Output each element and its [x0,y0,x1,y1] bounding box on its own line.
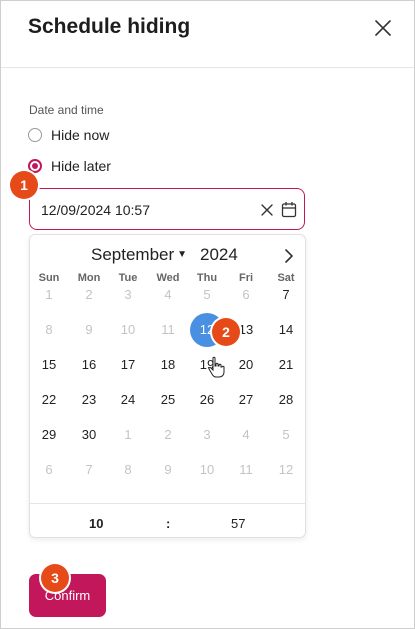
dialog-header: Schedule hiding [1,1,414,68]
datetime-value[interactable]: 12/09/2024 10:57 [41,202,150,218]
day-cell[interactable]: 26 [190,383,224,417]
datetime-input[interactable]: 12/09/2024 10:57 [29,188,305,230]
hide-later-option[interactable]: Hide later [28,158,111,174]
time-separator: : [166,516,171,531]
step-badge-3: 3 [41,564,69,592]
day-cell[interactable]: 25 [151,383,185,417]
date-picker-calendar: September ▼ 2024 Sun Mon Tue Wed Thu Fri Sat 12… [29,234,306,538]
day-cell[interactable]: 22 [32,383,66,417]
hide-now-label: Hide now [51,127,110,143]
hand-pointer-icon [208,356,225,378]
day-cell[interactable]: 3 [111,278,145,312]
day-cell[interactable]: 21 [269,348,303,382]
time-selector: 10 : 57 [30,503,305,539]
day-cell[interactable]: 20 [229,348,263,382]
day-cell[interactable]: 1 [32,278,66,312]
day-grid: 1 2 3 4 5 6 7 8 9 10 11 12 13 14 15 16 17 18 19 20 21 22 23 24 2… [30,235,307,495]
day-cell[interactable]: 24 [111,383,145,417]
day-cell[interactable]: 4 [229,418,263,452]
day-cell[interactable]: 9 [151,453,185,487]
clear-icon[interactable] [260,203,274,217]
day-cell[interactable]: 10 [190,453,224,487]
day-cell[interactable]: 6 [229,278,263,312]
day-cell[interactable]: 15 [32,348,66,382]
day-cell[interactable]: 7 [72,453,106,487]
day-cell[interactable]: 10 [111,313,145,347]
day-cell[interactable]: 30 [72,418,106,452]
step-badge-1: 1 [10,171,38,199]
day-cell[interactable]: 11 [229,453,263,487]
day-cell[interactable]: 1 [111,418,145,452]
day-cell[interactable]: 14 [269,313,303,347]
calendar-icon[interactable] [281,201,297,218]
step-badge-2: 2 [212,318,240,346]
day-cell[interactable]: 12 [269,453,303,487]
hide-now-option[interactable]: Hide now [28,127,109,143]
day-cell[interactable]: 9 [72,313,106,347]
day-cell[interactable]: 28 [269,383,303,417]
hide-later-label: Hide later [51,158,111,174]
close-button[interactable] [370,15,396,41]
day-cell[interactable]: 5 [190,278,224,312]
day-cell[interactable]: 7 [269,278,303,312]
day-cell[interactable]: 27 [229,383,263,417]
day-cell[interactable]: 17 [111,348,145,382]
date-time-label: Date and time [29,103,104,117]
day-cell[interactable]: 3 [190,418,224,452]
day-cell[interactable]: 4 [151,278,185,312]
day-cell[interactable]: 2 [151,418,185,452]
day-cell[interactable]: 6 [32,453,66,487]
day-cell[interactable]: 5 [269,418,303,452]
day-cell[interactable]: 18 [151,348,185,382]
day-cell[interactable]: 16 [72,348,106,382]
day-cell[interactable]: 23 [72,383,106,417]
hide-now-radio[interactable] [28,128,42,142]
day-cell[interactable]: 8 [32,313,66,347]
schedule-hiding-dialog: Schedule hiding Date and time Hide now H… [0,0,415,629]
day-cell[interactable]: 2 [72,278,106,312]
minute-value[interactable]: 57 [231,516,245,531]
day-cell[interactable]: 11 [151,313,185,347]
day-cell[interactable]: 8 [111,453,145,487]
hide-later-radio[interactable] [28,159,42,173]
close-icon [375,20,391,36]
dialog-title: Schedule hiding [28,15,191,38]
hour-value[interactable]: 10 [89,516,103,531]
day-cell[interactable]: 29 [32,418,66,452]
